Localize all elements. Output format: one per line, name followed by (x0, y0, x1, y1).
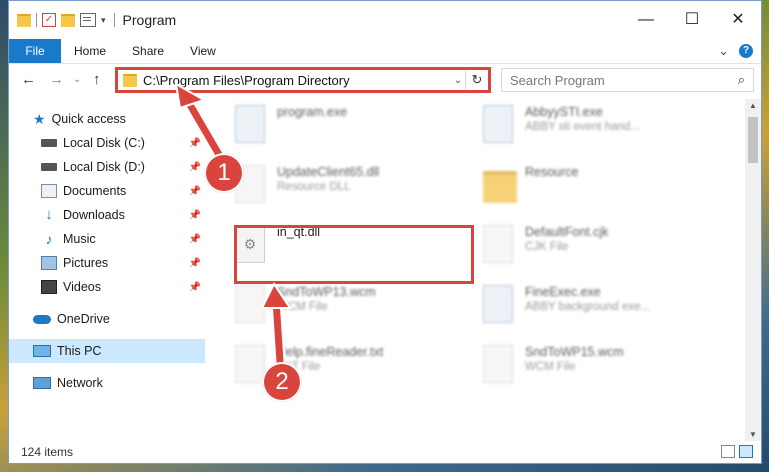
step-1-badge: 1 (204, 153, 244, 193)
arrow-to-file (260, 282, 292, 368)
step-2-badge: 2 (262, 362, 302, 402)
callout-arrows (174, 82, 292, 368)
